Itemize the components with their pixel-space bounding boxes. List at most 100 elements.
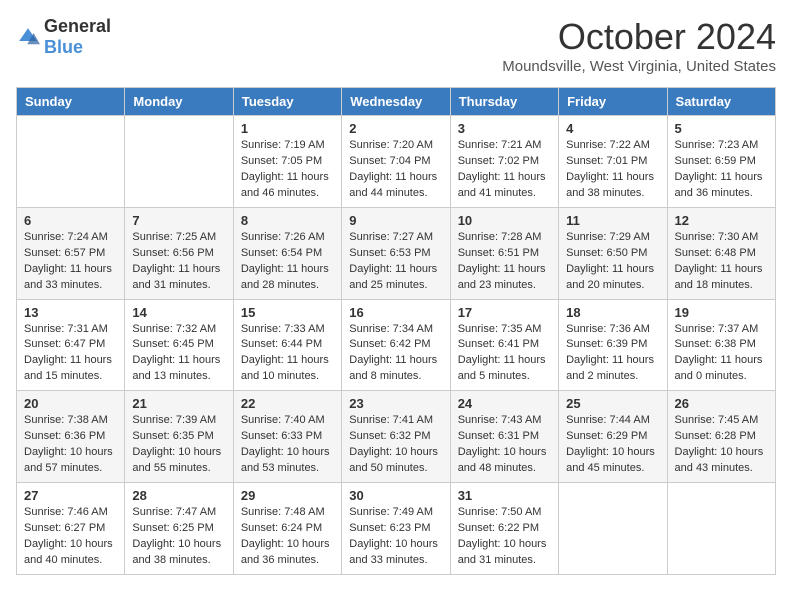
- calendar-cell: 7 Sunrise: 7:25 AMSunset: 6:56 PMDayligh…: [125, 207, 233, 299]
- calendar-cell: 29 Sunrise: 7:48 AMSunset: 6:24 PMDaylig…: [233, 483, 341, 575]
- calendar-week-row: 1 Sunrise: 7:19 AMSunset: 7:05 PMDayligh…: [17, 116, 776, 208]
- col-header-tuesday: Tuesday: [233, 88, 341, 116]
- day-number: 25: [566, 396, 659, 411]
- day-number: 24: [458, 396, 551, 411]
- calendar-cell: 1 Sunrise: 7:19 AMSunset: 7:05 PMDayligh…: [233, 116, 341, 208]
- calendar-cell: 8 Sunrise: 7:26 AMSunset: 6:54 PMDayligh…: [233, 207, 341, 299]
- calendar-week-row: 13 Sunrise: 7:31 AMSunset: 6:47 PMDaylig…: [17, 299, 776, 391]
- logo-text: General Blue: [44, 16, 111, 58]
- day-detail: Sunrise: 7:39 AMSunset: 6:35 PMDaylight:…: [132, 413, 225, 477]
- calendar-cell: 24 Sunrise: 7:43 AMSunset: 6:31 PMDaylig…: [450, 391, 558, 483]
- day-number: 13: [24, 305, 117, 320]
- day-number: 7: [132, 213, 225, 228]
- calendar-cell: 28 Sunrise: 7:47 AMSunset: 6:25 PMDaylig…: [125, 483, 233, 575]
- calendar-cell: [667, 483, 775, 575]
- calendar-cell: 30 Sunrise: 7:49 AMSunset: 6:23 PMDaylig…: [342, 483, 450, 575]
- calendar-cell: 19 Sunrise: 7:37 AMSunset: 6:38 PMDaylig…: [667, 299, 775, 391]
- calendar-cell: 27 Sunrise: 7:46 AMSunset: 6:27 PMDaylig…: [17, 483, 125, 575]
- logo-general: General: [44, 16, 111, 36]
- location-title: Moundsville, West Virginia, United State…: [502, 58, 776, 75]
- col-header-saturday: Saturday: [667, 88, 775, 116]
- col-header-sunday: Sunday: [17, 88, 125, 116]
- day-number: 6: [24, 213, 117, 228]
- day-detail: Sunrise: 7:46 AMSunset: 6:27 PMDaylight:…: [24, 505, 117, 569]
- day-detail: Sunrise: 7:47 AMSunset: 6:25 PMDaylight:…: [132, 505, 225, 569]
- calendar-cell: 16 Sunrise: 7:34 AMSunset: 6:42 PMDaylig…: [342, 299, 450, 391]
- calendar-week-row: 20 Sunrise: 7:38 AMSunset: 6:36 PMDaylig…: [17, 391, 776, 483]
- day-detail: Sunrise: 7:34 AMSunset: 6:42 PMDaylight:…: [349, 322, 442, 386]
- day-number: 19: [675, 305, 768, 320]
- day-number: 3: [458, 121, 551, 136]
- day-detail: Sunrise: 7:35 AMSunset: 6:41 PMDaylight:…: [458, 322, 551, 386]
- day-number: 15: [241, 305, 334, 320]
- day-detail: Sunrise: 7:28 AMSunset: 6:51 PMDaylight:…: [458, 230, 551, 294]
- day-detail: Sunrise: 7:49 AMSunset: 6:23 PMDaylight:…: [349, 505, 442, 569]
- logo-icon: [16, 25, 40, 49]
- calendar-cell: 12 Sunrise: 7:30 AMSunset: 6:48 PMDaylig…: [667, 207, 775, 299]
- day-number: 20: [24, 396, 117, 411]
- day-detail: Sunrise: 7:20 AMSunset: 7:04 PMDaylight:…: [349, 138, 442, 202]
- day-number: 27: [24, 488, 117, 503]
- calendar-header-row: SundayMondayTuesdayWednesdayThursdayFrid…: [17, 88, 776, 116]
- logo-blue: Blue: [44, 37, 83, 57]
- calendar-cell: 31 Sunrise: 7:50 AMSunset: 6:22 PMDaylig…: [450, 483, 558, 575]
- calendar-table: SundayMondayTuesdayWednesdayThursdayFrid…: [16, 87, 776, 575]
- day-detail: Sunrise: 7:44 AMSunset: 6:29 PMDaylight:…: [566, 413, 659, 477]
- day-number: 29: [241, 488, 334, 503]
- calendar-cell: 2 Sunrise: 7:20 AMSunset: 7:04 PMDayligh…: [342, 116, 450, 208]
- day-number: 23: [349, 396, 442, 411]
- calendar-cell: 15 Sunrise: 7:33 AMSunset: 6:44 PMDaylig…: [233, 299, 341, 391]
- day-detail: Sunrise: 7:22 AMSunset: 7:01 PMDaylight:…: [566, 138, 659, 202]
- day-detail: Sunrise: 7:45 AMSunset: 6:28 PMDaylight:…: [675, 413, 768, 477]
- calendar-week-row: 27 Sunrise: 7:46 AMSunset: 6:27 PMDaylig…: [17, 483, 776, 575]
- calendar-cell: 21 Sunrise: 7:39 AMSunset: 6:35 PMDaylig…: [125, 391, 233, 483]
- calendar-cell: 11 Sunrise: 7:29 AMSunset: 6:50 PMDaylig…: [559, 207, 667, 299]
- day-number: 10: [458, 213, 551, 228]
- calendar-cell: 23 Sunrise: 7:41 AMSunset: 6:32 PMDaylig…: [342, 391, 450, 483]
- day-number: 9: [349, 213, 442, 228]
- day-detail: Sunrise: 7:24 AMSunset: 6:57 PMDaylight:…: [24, 230, 117, 294]
- day-number: 26: [675, 396, 768, 411]
- calendar-cell: 17 Sunrise: 7:35 AMSunset: 6:41 PMDaylig…: [450, 299, 558, 391]
- day-number: 17: [458, 305, 551, 320]
- day-number: 28: [132, 488, 225, 503]
- day-detail: Sunrise: 7:50 AMSunset: 6:22 PMDaylight:…: [458, 505, 551, 569]
- calendar-cell: 9 Sunrise: 7:27 AMSunset: 6:53 PMDayligh…: [342, 207, 450, 299]
- day-number: 22: [241, 396, 334, 411]
- day-number: 18: [566, 305, 659, 320]
- day-detail: Sunrise: 7:33 AMSunset: 6:44 PMDaylight:…: [241, 322, 334, 386]
- calendar-cell: [17, 116, 125, 208]
- day-number: 1: [241, 121, 334, 136]
- day-number: 31: [458, 488, 551, 503]
- day-detail: Sunrise: 7:31 AMSunset: 6:47 PMDaylight:…: [24, 322, 117, 386]
- day-detail: Sunrise: 7:40 AMSunset: 6:33 PMDaylight:…: [241, 413, 334, 477]
- calendar-cell: 20 Sunrise: 7:38 AMSunset: 6:36 PMDaylig…: [17, 391, 125, 483]
- calendar-cell: 3 Sunrise: 7:21 AMSunset: 7:02 PMDayligh…: [450, 116, 558, 208]
- day-number: 12: [675, 213, 768, 228]
- day-number: 4: [566, 121, 659, 136]
- calendar-cell: 10 Sunrise: 7:28 AMSunset: 6:51 PMDaylig…: [450, 207, 558, 299]
- day-detail: Sunrise: 7:32 AMSunset: 6:45 PMDaylight:…: [132, 322, 225, 386]
- day-detail: Sunrise: 7:38 AMSunset: 6:36 PMDaylight:…: [24, 413, 117, 477]
- day-detail: Sunrise: 7:27 AMSunset: 6:53 PMDaylight:…: [349, 230, 442, 294]
- day-number: 16: [349, 305, 442, 320]
- col-header-thursday: Thursday: [450, 88, 558, 116]
- calendar-cell: 14 Sunrise: 7:32 AMSunset: 6:45 PMDaylig…: [125, 299, 233, 391]
- day-detail: Sunrise: 7:25 AMSunset: 6:56 PMDaylight:…: [132, 230, 225, 294]
- page-header: General Blue October 2024 Moundsville, W…: [16, 16, 776, 75]
- day-number: 2: [349, 121, 442, 136]
- calendar-cell: 22 Sunrise: 7:40 AMSunset: 6:33 PMDaylig…: [233, 391, 341, 483]
- calendar-cell: 18 Sunrise: 7:36 AMSunset: 6:39 PMDaylig…: [559, 299, 667, 391]
- day-detail: Sunrise: 7:48 AMSunset: 6:24 PMDaylight:…: [241, 505, 334, 569]
- calendar-cell: [125, 116, 233, 208]
- day-detail: Sunrise: 7:19 AMSunset: 7:05 PMDaylight:…: [241, 138, 334, 202]
- col-header-friday: Friday: [559, 88, 667, 116]
- day-detail: Sunrise: 7:43 AMSunset: 6:31 PMDaylight:…: [458, 413, 551, 477]
- col-header-monday: Monday: [125, 88, 233, 116]
- calendar-cell: 4 Sunrise: 7:22 AMSunset: 7:01 PMDayligh…: [559, 116, 667, 208]
- calendar-cell: 5 Sunrise: 7:23 AMSunset: 6:59 PMDayligh…: [667, 116, 775, 208]
- col-header-wednesday: Wednesday: [342, 88, 450, 116]
- day-number: 30: [349, 488, 442, 503]
- calendar-cell: 25 Sunrise: 7:44 AMSunset: 6:29 PMDaylig…: [559, 391, 667, 483]
- day-number: 11: [566, 213, 659, 228]
